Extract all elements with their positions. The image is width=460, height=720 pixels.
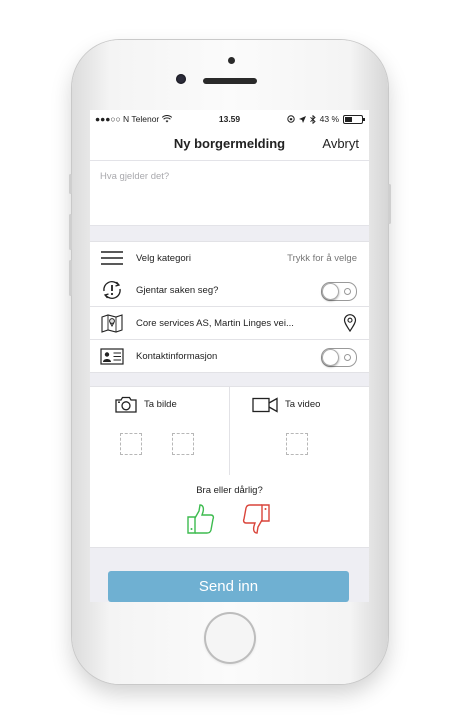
contact-row: Kontaktinformasjon (90, 340, 369, 373)
rating-section: Bra eller dårlig? (90, 475, 369, 548)
take-video-button[interactable]: Ta video (285, 399, 320, 410)
location-label: Core services AS, Martin Linges vei... (136, 317, 294, 329)
battery-fill (345, 116, 352, 122)
thumbs-up-icon[interactable] (185, 503, 215, 535)
volume-down-button (69, 260, 72, 296)
proximity-sensor (228, 57, 235, 64)
location-row[interactable]: Core services AS, Martin Linges vei... (90, 307, 369, 340)
repeat-toggle-knob (322, 283, 339, 300)
rotation-lock-icon (286, 115, 295, 123)
photo-slot-2[interactable] (172, 433, 194, 455)
take-photo-button[interactable]: Ta bilde (144, 399, 177, 410)
earpiece-speaker (203, 78, 257, 84)
thumbs-down-icon[interactable] (242, 503, 272, 535)
location-arrow-icon (298, 115, 306, 123)
video-slot[interactable] (286, 433, 308, 455)
description-placeholder: Hva gjelder det? (100, 171, 170, 182)
category-row[interactable]: Velg kategori Trykk for å velge (90, 241, 369, 275)
repeat-alert-icon (103, 281, 121, 299)
app-screen: ●●●○○ N Telenor 13.59 43 % Ny borgermeld… (90, 110, 369, 602)
repeat-row: Gjentar saken seg? (90, 274, 369, 307)
category-label: Velg kategori (136, 252, 191, 264)
location-pin-icon[interactable] (343, 314, 357, 332)
toggle-off-indicator (344, 288, 351, 295)
status-bar: ●●●○○ N Telenor 13.59 43 % (90, 110, 369, 128)
media-section: Ta bilde Ta video (90, 386, 369, 476)
photo-slot-1[interactable] (120, 433, 142, 455)
volume-up-button (69, 214, 72, 250)
repeat-toggle[interactable] (321, 282, 357, 301)
status-right: 43 % (286, 114, 365, 124)
contact-card-icon (100, 348, 124, 365)
toggle-off-indicator (344, 354, 351, 361)
list-icon (101, 251, 123, 265)
rating-question: Bra eller dårlig? (196, 485, 263, 496)
battery-icon (343, 114, 365, 124)
front-camera (176, 74, 186, 84)
home-button[interactable] (204, 612, 256, 664)
cancel-button[interactable]: Avbryt (322, 136, 359, 151)
map-icon (101, 314, 123, 333)
mute-switch (69, 174, 72, 194)
category-value: Trykk for å velge (287, 252, 357, 264)
media-divider (229, 387, 230, 475)
power-button (388, 184, 391, 224)
navigation-bar: Ny borgermelding Avbryt (90, 128, 369, 161)
battery-percent: 43 % (319, 114, 339, 124)
description-input[interactable]: Hva gjelder det? (90, 161, 369, 226)
bluetooth-icon (309, 114, 316, 124)
contact-toggle[interactable] (321, 348, 357, 367)
submit-button[interactable]: Send inn (108, 571, 349, 602)
contact-toggle-knob (322, 349, 339, 366)
camera-icon[interactable] (115, 396, 137, 413)
repeat-label: Gjentar saken seg? (136, 284, 219, 296)
contact-label: Kontaktinformasjon (136, 350, 218, 362)
video-camera-icon[interactable] (252, 397, 278, 413)
